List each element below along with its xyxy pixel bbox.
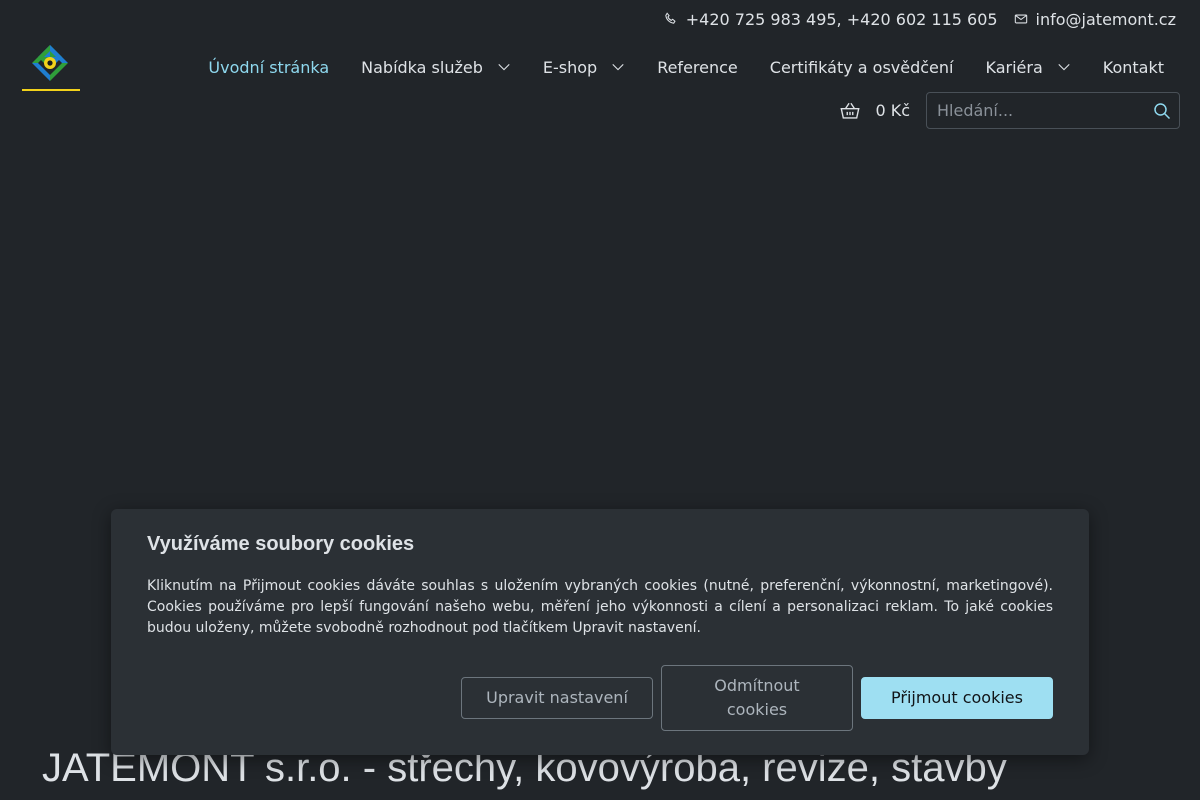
envelope-icon — [1014, 14, 1027, 24]
nav-label-home[interactable]: Úvodní stránka — [208, 58, 329, 77]
main-navigation: Úvodní stránka Nabídka služeb E-shop Ref… — [192, 52, 1180, 82]
site-logo[interactable] — [22, 44, 80, 92]
cookie-consent-dialog: Využíváme soubory cookies Kliknutím na P… — [111, 509, 1089, 755]
nav-item-home[interactable]: Úvodní stránka — [192, 58, 345, 77]
phone-numbers[interactable]: +420 725 983 495, +420 602 115 605 — [686, 10, 998, 29]
nav-label-career[interactable]: Kariéra — [985, 58, 1042, 77]
phone-icon — [665, 12, 676, 24]
cart-button[interactable]: 0 Kč — [839, 100, 910, 122]
cookie-title: Využíváme soubory cookies — [147, 533, 415, 555]
search-input[interactable] — [935, 100, 1153, 121]
chevron-down-icon[interactable] — [611, 60, 625, 74]
nav-item-contact[interactable]: Kontakt — [1087, 58, 1180, 77]
nav-item-certificates[interactable]: Certifikáty a osvědčení — [754, 58, 970, 77]
cookie-actions: Upravit nastavení Odmítnout cookies Přij… — [461, 665, 1053, 731]
nav-item-references[interactable]: Reference — [641, 58, 754, 77]
cookie-reject-button[interactable]: Odmítnout cookies — [661, 665, 853, 731]
email-contact[interactable]: info@jatemont.cz — [1014, 10, 1176, 29]
cookie-text: Kliknutím na Přijmout cookies dáváte sou… — [147, 578, 1053, 636]
cart-and-search: 0 Kč — [839, 92, 1180, 129]
nav-label-references[interactable]: Reference — [657, 58, 738, 77]
nav-label-eshop[interactable]: E-shop — [543, 58, 597, 77]
nav-label-contact[interactable]: Kontakt — [1103, 58, 1164, 77]
email-address[interactable]: info@jatemont.cz — [1036, 10, 1176, 29]
phone-contact[interactable]: +420 725 983 495, +420 602 115 605 — [664, 10, 998, 29]
cookie-accept-button[interactable]: Přijmout cookies — [861, 677, 1053, 719]
nav-item-eshop[interactable]: E-shop — [527, 58, 641, 77]
search-icon[interactable] — [1153, 102, 1171, 120]
nav-label-certificates[interactable]: Certifikáty a osvědčení — [770, 58, 954, 77]
nav-item-services[interactable]: Nabídka služeb — [345, 58, 527, 77]
top-contact-bar: +420 725 983 495, +420 602 115 605 info@… — [664, 0, 1176, 38]
chevron-down-icon[interactable] — [1057, 60, 1071, 74]
nav-label-services[interactable]: Nabídka služeb — [361, 58, 483, 77]
nav-item-career[interactable]: Kariéra — [969, 58, 1086, 77]
cookie-settings-button[interactable]: Upravit nastavení — [461, 677, 653, 719]
search-box — [926, 92, 1180, 129]
cart-total[interactable]: 0 Kč — [875, 101, 910, 120]
chevron-down-icon[interactable] — [497, 60, 511, 74]
basket-icon — [840, 102, 861, 119]
